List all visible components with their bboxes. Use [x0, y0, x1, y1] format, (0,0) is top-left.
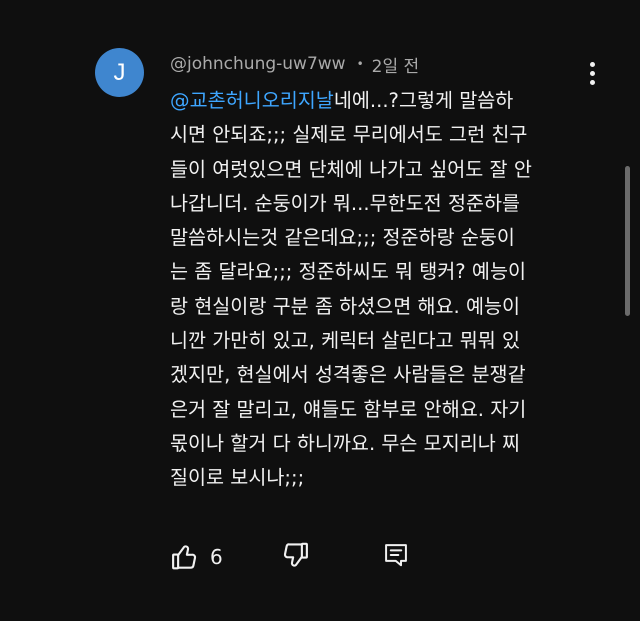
more-vertical-icon-dot [589, 79, 595, 85]
comment-line: 말씀하시는것 같은데요;;; 정준하랑 순둥이 [170, 226, 515, 250]
more-options-button[interactable] [578, 56, 606, 90]
comment-line: 나갑니더. 순둥이가 뭐...무한도전 정준하를 [170, 191, 521, 215]
more-vertical-icon-dot [589, 70, 595, 76]
scrollbar[interactable] [625, 166, 630, 316]
author-name[interactable]: @johnchung-uw7ww [170, 54, 346, 74]
reply-button[interactable] [382, 540, 410, 574]
comment-line: 은거 잘 말리고, 얘들도 함부로 안해요. 자기 [170, 397, 527, 421]
avatar-letter: J [113, 58, 126, 86]
header-separator: • [356, 57, 364, 71]
more-vertical-icon [589, 61, 595, 67]
comment-line: 겠지만, 현실에서 성격좋은 사람들은 분쟁같 [170, 363, 526, 387]
comment-line: @교촌허니오리지날네에...?그렇게 말씀하 [170, 89, 514, 112]
dislike-button[interactable] [280, 540, 310, 574]
comment-text: @교촌허니오리지날네에...?그렇게 말씀하 시면 안되죠;;; 실제로 무리에… [170, 84, 582, 496]
like-count: 6 [210, 545, 223, 569]
comment-time[interactable]: 2일 전 [372, 52, 420, 77]
comment-line: 시면 안되죠;;; 실제로 무리에서도 그런 친구 [170, 123, 528, 147]
like-button[interactable]: 6 [170, 540, 223, 574]
comment-line: 랑 현실이랑 구분 좀 하셨으면 해요. 예능이 [170, 294, 521, 318]
comment-line: 질이로 보시나;;; [170, 466, 305, 490]
comment-line: 들이 여럿있으면 단체에 나가고 싶어도 잘 안 [170, 157, 532, 181]
avatar[interactable]: J [95, 48, 144, 97]
comment-line: 는 좀 달라요;;; 정준하씨도 뭐 탱커? 예능이 [170, 260, 526, 284]
comment-line: 몫이나 할거 다 하니까요. 무슨 모지리나 찌 [170, 431, 521, 455]
thumbs-up-icon [172, 545, 197, 570]
comment-line: 니깐 가만히 있고, 케릭터 살린다고 뭐뭐 있 [170, 329, 521, 353]
thumbs-down-icon [283, 542, 308, 567]
comment-reply-icon [385, 544, 407, 567]
mention-link[interactable]: @교촌허니오리지날 [170, 89, 334, 112]
comment-header: @johnchung-uw7ww • 2일 전 [170, 52, 420, 77]
